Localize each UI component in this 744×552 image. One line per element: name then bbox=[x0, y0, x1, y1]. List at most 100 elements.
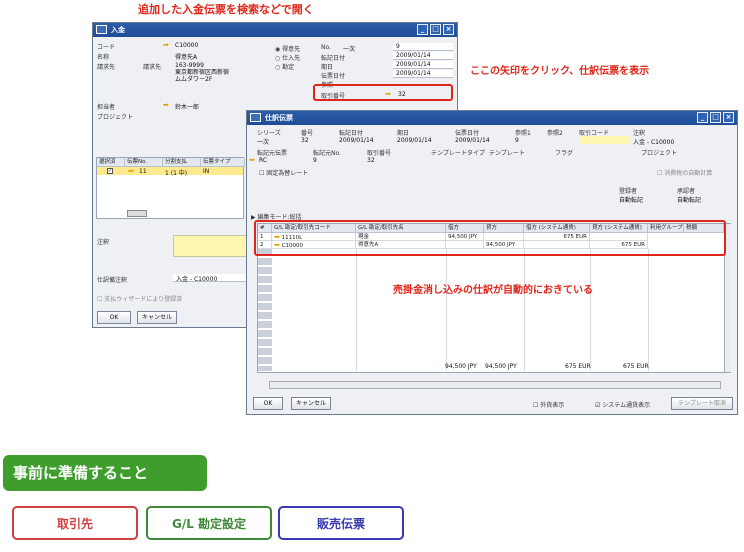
project-label: プロジェクト bbox=[97, 114, 134, 121]
hdr-postdate-value[interactable]: 2009/01/14 bbox=[339, 137, 374, 144]
top-annotation: 追加した入金伝票を検索などで開く bbox=[138, 3, 314, 16]
journal-titlebar: 仕訳伝票 _ □ × bbox=[247, 111, 737, 125]
no-label: No. bbox=[321, 44, 331, 51]
link-arrow-icon[interactable]: ➡ bbox=[163, 41, 169, 49]
mid-annotation: 売掛金消し込みの仕訳が自動的におきている bbox=[393, 285, 593, 296]
trans-no-value[interactable]: 32 bbox=[367, 157, 375, 164]
template-type-label: テンプレートタイプ bbox=[431, 150, 485, 157]
owner-value[interactable]: 鈴木一郎 bbox=[175, 102, 199, 111]
hdr-ref1-value[interactable]: 9 bbox=[515, 137, 519, 144]
tax-calc-checkbox: ☐ 消費税の自動計算 bbox=[657, 170, 713, 177]
owner-label: 担当者 bbox=[97, 104, 116, 111]
name-label: 名称 bbox=[97, 54, 110, 61]
post-date-label: 転記日付 bbox=[321, 55, 346, 62]
hdr-duedate-value[interactable]: 2009/01/14 bbox=[397, 137, 432, 144]
hdr-docdate-label: 伝票日付 bbox=[455, 130, 480, 137]
minimize-button[interactable]: _ bbox=[697, 112, 708, 123]
hdr-number-label: 番号 bbox=[301, 130, 314, 137]
doc-date-label: 伝票日付 bbox=[321, 73, 346, 80]
payment-window-title: 入金 bbox=[111, 26, 125, 34]
grid-divider bbox=[356, 249, 357, 371]
table-row[interactable]: ✓ ➡ 11 1 (1 中) IN bbox=[97, 167, 243, 177]
grid-divider bbox=[524, 249, 525, 371]
trans-no-highlight bbox=[313, 84, 453, 101]
grid-scrollbar[interactable] bbox=[127, 210, 147, 217]
no-field[interactable]: 9 bbox=[393, 43, 453, 51]
row-invoice-no: 11 bbox=[139, 168, 147, 175]
total-credit-sc: 675 EUR bbox=[623, 363, 649, 370]
maximize-button[interactable]: □ bbox=[430, 24, 441, 35]
approver-label: 承認者 bbox=[677, 188, 696, 195]
source-doc-value[interactable]: RC bbox=[259, 157, 267, 164]
grid-divider bbox=[590, 249, 591, 371]
post-date-field[interactable]: 2009/01/14 bbox=[393, 52, 453, 60]
source-no-value[interactable]: 9 bbox=[313, 157, 317, 164]
maximize-button[interactable]: □ bbox=[710, 112, 721, 123]
flag-label: フラグ bbox=[555, 150, 574, 157]
series-value[interactable]: 一次 bbox=[343, 44, 355, 53]
doc-date-field[interactable]: 2009/01/14 bbox=[393, 70, 453, 78]
step-gl-settings[interactable]: G/L 勘定設定 bbox=[146, 506, 272, 540]
code-value[interactable]: C10000 bbox=[175, 42, 198, 49]
due-date-field[interactable]: 2009/01/14 bbox=[393, 61, 453, 69]
foreign-currency-checkbox[interactable]: ☐ 外貨表示 bbox=[533, 400, 564, 409]
invoice-grid: 選択済 伝票No. 分割支払 伝票タイプ ✓ ➡ 11 1 (1 中) IN bbox=[96, 157, 245, 219]
wizard-checkbox: ☐ 支払ウィザードにより登録済 bbox=[97, 296, 183, 303]
journal-remarks-label: 仕訳備注釈 bbox=[97, 277, 128, 284]
total-debit: 94,500 JPY bbox=[445, 363, 477, 370]
source-no-label: 転記元No. bbox=[313, 150, 341, 157]
code-label: コード bbox=[97, 44, 116, 51]
trans-code-select[interactable] bbox=[579, 136, 629, 144]
window-icon bbox=[250, 113, 261, 122]
hdr-remarks-label: 注釈 bbox=[633, 130, 646, 137]
name-value[interactable]: 得意先A bbox=[175, 52, 197, 61]
hdr-ref2-label: 参照2 bbox=[547, 130, 563, 137]
col-split[interactable]: 分割支払 bbox=[163, 158, 201, 167]
hdr-remarks-value[interactable]: 入金 - C10000 bbox=[633, 137, 674, 146]
project-label: プロジェクト bbox=[641, 150, 678, 157]
col-invoice-no[interactable]: 伝票No. bbox=[125, 158, 163, 167]
hdr-series-value[interactable]: 一次 bbox=[257, 137, 269, 146]
ok-button[interactable]: OK bbox=[253, 397, 283, 410]
prep-heading: 事前に準備すること bbox=[3, 455, 207, 491]
grid-divider bbox=[446, 249, 447, 371]
ok-button[interactable]: OK bbox=[97, 311, 131, 324]
journal-window: 仕訳伝票 _ □ × シリーズ 番号 転記日付 期日 伝票日付 参照1 参照2 … bbox=[246, 110, 738, 415]
address-value[interactable]: 163-9999 東京都新宿区西新宿 ムムダワー2F bbox=[175, 62, 229, 83]
approver-value: 自動転記 bbox=[677, 197, 702, 204]
radio-vendor[interactable]: ○ 仕入先 bbox=[275, 53, 300, 62]
row-split: 1 (1 中) bbox=[165, 170, 188, 177]
journal-label: 注釈 bbox=[97, 239, 110, 246]
radio-account[interactable]: ○ 勘定 bbox=[275, 62, 294, 71]
due-date-label: 期日 bbox=[321, 64, 334, 71]
cancel-button[interactable]: キャンセル bbox=[137, 311, 177, 324]
col-selected[interactable]: 選択済 bbox=[97, 158, 125, 167]
template-label: テンプレート bbox=[489, 150, 525, 157]
template-cancel-button: テンプレート取消 bbox=[671, 397, 733, 410]
cancel-button[interactable]: キャンセル bbox=[291, 397, 331, 410]
close-button[interactable]: × bbox=[723, 112, 734, 123]
horizontal-scrollbar[interactable] bbox=[269, 381, 721, 389]
row-checkbox[interactable]: ✓ bbox=[107, 168, 113, 174]
side-annotation: ここの矢印をクリック、仕訳伝票を表示 bbox=[470, 66, 650, 77]
creator-value: 自動転記 bbox=[619, 197, 644, 204]
row-selector-column[interactable] bbox=[258, 249, 272, 371]
radio-customer[interactable]: ◉ 得意先 bbox=[275, 44, 300, 53]
col-type[interactable]: 伝票タイプ bbox=[201, 158, 245, 167]
link-arrow-icon[interactable]: ➡ bbox=[163, 101, 169, 109]
payment-titlebar: 入金 _ □ × bbox=[93, 23, 457, 37]
close-button[interactable]: × bbox=[443, 24, 454, 35]
step-sales-document[interactable]: 販売伝票 bbox=[278, 506, 404, 540]
bill-to-sub-label[interactable]: 請求先 bbox=[143, 62, 161, 71]
fixed-rate-checkbox[interactable]: ☐ 固定為替レート bbox=[259, 168, 308, 177]
link-arrow-icon[interactable]: ➡ bbox=[128, 167, 134, 175]
bill-to-label: 請求先 bbox=[97, 64, 116, 71]
journal-window-title: 仕訳伝票 bbox=[265, 114, 293, 122]
hdr-docdate-value[interactable]: 2009/01/14 bbox=[455, 137, 490, 144]
hdr-number-value[interactable]: 32 bbox=[301, 137, 309, 144]
system-currency-checkbox[interactable]: ☑ システム通貨表示 bbox=[595, 400, 650, 409]
minimize-button[interactable]: _ bbox=[417, 24, 428, 35]
link-arrow-icon[interactable]: ➡ bbox=[249, 156, 255, 164]
row-type: IN bbox=[203, 168, 210, 175]
step-business-partner[interactable]: 取引先 bbox=[12, 506, 138, 540]
